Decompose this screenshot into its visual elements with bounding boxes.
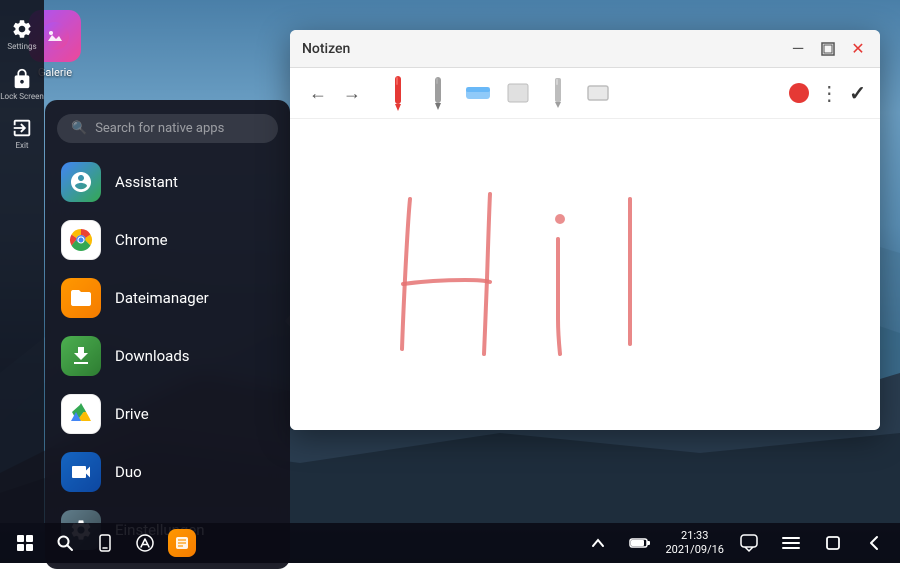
app-list: Assistant Chrome <box>45 153 290 559</box>
downloads-name: Downloads <box>115 347 190 365</box>
date-display: 2021/09/16 <box>665 543 724 557</box>
undo-button[interactable]: ← <box>304 81 332 106</box>
duo-name: Duo <box>115 463 142 481</box>
app-drawer: 🔍 Search for native apps Assistant <box>45 100 290 569</box>
taskbar-grid-button[interactable] <box>8 526 42 560</box>
settings-label: Settings <box>7 42 36 52</box>
minimize-button[interactable]: — <box>788 39 808 59</box>
window-titlebar: Notizen — ✕ <box>290 30 880 68</box>
taskbar-phone-button[interactable] <box>88 526 122 560</box>
taskbar-notes-button[interactable] <box>168 529 196 557</box>
lock-icon <box>11 68 33 90</box>
taskbar-left <box>8 526 196 560</box>
note-canvas[interactable] <box>290 119 880 430</box>
taskbar-appstore-button[interactable] <box>128 526 162 560</box>
search-icon <box>56 534 74 552</box>
notizen-window: Notizen — ✕ ← → <box>290 30 880 430</box>
toolbar-right: ⋮ ✓ <box>789 81 866 105</box>
search-placeholder: Search for native apps <box>95 121 224 136</box>
taskbar-chevron-up[interactable] <box>581 526 615 560</box>
taskbar-menu[interactable] <box>774 526 808 560</box>
app-item-downloads[interactable]: Downloads <box>45 327 290 385</box>
chevron-up-icon <box>591 536 605 550</box>
chrome-icon <box>61 220 101 260</box>
assistant-name: Assistant <box>115 173 178 191</box>
window-toolbar: ← → <box>290 68 880 119</box>
sidebar-lockscreen[interactable]: Lock Screen <box>0 60 44 110</box>
eraser-tool[interactable] <box>462 74 494 112</box>
app-item-chrome[interactable]: Chrome <box>45 211 290 269</box>
shape-tool[interactable] <box>582 74 614 112</box>
search-icon: 🔍 <box>71 121 87 136</box>
menu-icon <box>781 535 801 551</box>
back-icon <box>867 535 883 551</box>
pen-gray-tool[interactable] <box>422 74 454 112</box>
notes-icon <box>174 535 190 551</box>
drive-icon <box>61 394 101 434</box>
taskbar-right: 21:33 2021/09/16 <box>581 526 892 560</box>
taskbar-battery <box>623 526 657 560</box>
redo-button[interactable]: → <box>338 81 366 106</box>
grid-icon <box>16 534 34 552</box>
search-bar[interactable]: 🔍 Search for native apps <box>57 114 278 143</box>
dateimanager-icon <box>61 278 101 318</box>
taskbar-recent-apps[interactable] <box>816 526 850 560</box>
sidebar-exit[interactable]: Exit <box>0 109 44 159</box>
time-display: 21:33 <box>665 529 724 543</box>
maximize-button[interactable] <box>818 39 838 59</box>
downloads-icon <box>61 336 101 376</box>
settings-icon <box>11 18 33 40</box>
assistant-icon <box>61 162 101 202</box>
app-item-assistant[interactable]: Assistant <box>45 153 290 211</box>
drive-name: Drive <box>115 405 149 423</box>
exit-icon <box>11 117 33 139</box>
stamp-tool[interactable] <box>502 74 534 112</box>
pen-red-tool[interactable] <box>382 74 414 112</box>
taskbar-chat[interactable] <box>732 526 766 560</box>
chat-icon <box>739 533 759 553</box>
more-button[interactable]: ⋮ <box>819 81 839 105</box>
dateimanager-name: Dateimanager <box>115 289 209 307</box>
app-item-duo[interactable]: Duo <box>45 443 290 501</box>
duo-icon <box>61 452 101 492</box>
appstore-icon <box>136 534 154 552</box>
check-button[interactable]: ✓ <box>849 81 866 105</box>
taskbar-search-button[interactable] <box>48 526 82 560</box>
left-sidebar: Settings Lock Screen Exit <box>0 0 44 523</box>
lockscreen-label: Lock Screen <box>0 92 44 102</box>
phone-icon <box>96 534 114 552</box>
app-item-dateimanager[interactable]: Dateimanager <box>45 269 290 327</box>
pencil-tool[interactable] <box>542 74 574 112</box>
window-title: Notizen <box>302 41 350 57</box>
battery-icon <box>629 536 651 550</box>
gallery-icon-svg <box>40 21 70 51</box>
taskbar-time: 21:33 2021/09/16 <box>665 529 724 558</box>
sidebar-settings[interactable]: Settings <box>0 10 44 60</box>
square-icon <box>825 535 841 551</box>
taskbar: 21:33 2021/09/16 <box>0 523 900 563</box>
toolbar-nav: ← → <box>304 81 366 106</box>
chrome-name: Chrome <box>115 231 168 249</box>
app-item-drive[interactable]: Drive <box>45 385 290 443</box>
window-controls: — ✕ <box>788 39 868 59</box>
close-button[interactable]: ✕ <box>848 39 868 59</box>
taskbar-back[interactable] <box>858 526 892 560</box>
exit-label: Exit <box>15 141 28 151</box>
handwriting-svg <box>290 119 880 430</box>
record-button[interactable] <box>789 83 809 103</box>
